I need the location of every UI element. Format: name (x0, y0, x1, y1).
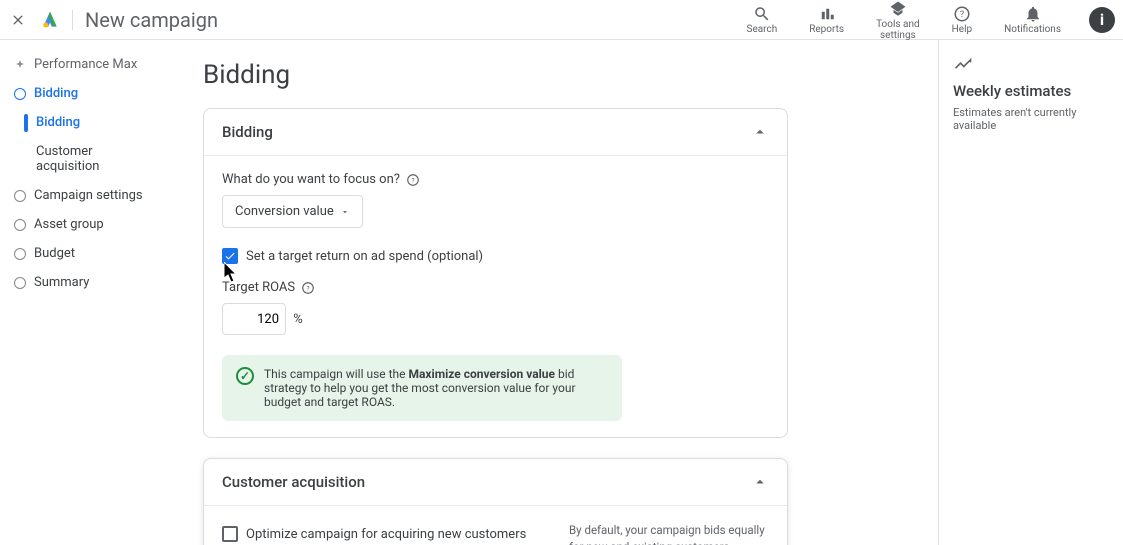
svg-text:?: ? (960, 10, 964, 20)
focus-dropdown[interactable]: Conversion value (222, 195, 363, 228)
sidebar-sub-bidding[interactable]: Bidding (0, 108, 163, 137)
sidebar-label: Asset group (34, 217, 104, 232)
tip-text: This campaign will use the Maximize conv… (264, 367, 608, 409)
nav-label: Notifications (1004, 24, 1061, 35)
nav-tools[interactable]: Tools and settings (866, 0, 930, 41)
sidebar-label: Summary (34, 275, 89, 290)
estimates-title: Weekly estimates (953, 82, 1109, 100)
nav-help[interactable]: ? Help (942, 4, 982, 35)
bell-icon (1023, 4, 1043, 24)
chevron-down-icon (340, 207, 350, 217)
step-circle-icon (14, 248, 26, 260)
sidebar-label: Bidding (36, 115, 80, 130)
tools-icon (888, 0, 908, 19)
bidding-card: Bidding What do you want to focus on? ? … (203, 108, 788, 438)
customer-acquisition-card: Customer acquisition Optimize campaign f… (203, 458, 788, 545)
page-title: New campaign (85, 8, 218, 32)
nav-search[interactable]: Search (737, 4, 788, 35)
sidebar-item-asset-group[interactable]: Asset group (0, 210, 163, 239)
sidebar-label: Performance Max (34, 57, 137, 72)
main-heading: Bidding (203, 60, 898, 90)
sidebar: Performance Max Bidding Bidding Customer… (0, 40, 163, 545)
dropdown-value: Conversion value (235, 204, 334, 219)
sidebar-label: Campaign settings (34, 188, 143, 203)
step-circle-icon (14, 277, 26, 289)
svg-text:?: ? (307, 284, 310, 292)
collapse-icon[interactable] (751, 123, 769, 141)
sidebar-item-summary[interactable]: Summary (0, 268, 163, 297)
estimates-subtitle: Estimates aren't currently available (953, 106, 1109, 132)
main-content: Bidding Bidding What do you want to focu… (163, 40, 938, 545)
estimates-panel: Weekly estimates Estimates aren't curren… (938, 40, 1123, 545)
help-icon[interactable]: ? (406, 173, 420, 187)
check-circle-icon: ✓ (236, 367, 254, 385)
strategy-tip: ✓ This campaign will use the Maximize co… (222, 355, 622, 421)
info-badge[interactable]: i (1089, 7, 1115, 33)
percent-suffix: % (293, 312, 303, 327)
sidebar-item-budget[interactable]: Budget (0, 239, 163, 268)
search-icon (752, 4, 772, 24)
step-circle-icon (14, 190, 26, 202)
sidebar-label: Budget (34, 246, 75, 261)
sidebar-item-performance-max[interactable]: Performance Max (0, 50, 163, 79)
nav-label: Search (747, 24, 778, 35)
sidebar-label: Bidding (34, 86, 78, 101)
sidebar-sub-customer-acquisition[interactable]: Customer acquisition (0, 137, 163, 181)
sidebar-item-campaign-settings[interactable]: Campaign settings (0, 181, 163, 210)
help-icon: ? (952, 4, 972, 24)
step-circle-icon (14, 219, 26, 231)
checkbox-label: Optimize campaign for acquiring new cust… (246, 527, 526, 542)
optimize-checkbox[interactable] (222, 526, 238, 542)
reports-icon (817, 4, 837, 24)
customer-acquisition-desc: By default, your campaign bids equally f… (569, 522, 769, 545)
card-title: Bidding (222, 123, 273, 141)
sidebar-label: Customer acquisition (36, 144, 149, 174)
help-icon[interactable]: ? (301, 281, 315, 295)
roas-checkbox[interactable] (222, 248, 238, 264)
focus-label: What do you want to focus on? (222, 172, 400, 187)
chart-line-icon (953, 54, 1109, 74)
check-icon (224, 250, 236, 262)
checkbox-label: Set a target return on ad spend (optiona… (246, 249, 483, 264)
ads-logo (40, 10, 60, 30)
close-button[interactable] (8, 10, 28, 30)
nav-label: Tools and settings (876, 19, 920, 41)
sparkle-icon (14, 59, 26, 71)
nav-notifications[interactable]: Notifications (994, 4, 1071, 35)
nav-reports[interactable]: Reports (799, 4, 854, 35)
sidebar-item-bidding[interactable]: Bidding (0, 79, 163, 108)
step-circle-icon (14, 88, 26, 100)
card-title: Customer acquisition (222, 473, 365, 491)
target-roas-label: Target ROAS (222, 280, 295, 295)
svg-text:?: ? (411, 176, 414, 184)
nav-label: Reports (809, 24, 844, 35)
nav-label: Help (952, 24, 972, 35)
target-roas-input[interactable] (222, 303, 286, 335)
collapse-icon[interactable] (751, 473, 769, 491)
